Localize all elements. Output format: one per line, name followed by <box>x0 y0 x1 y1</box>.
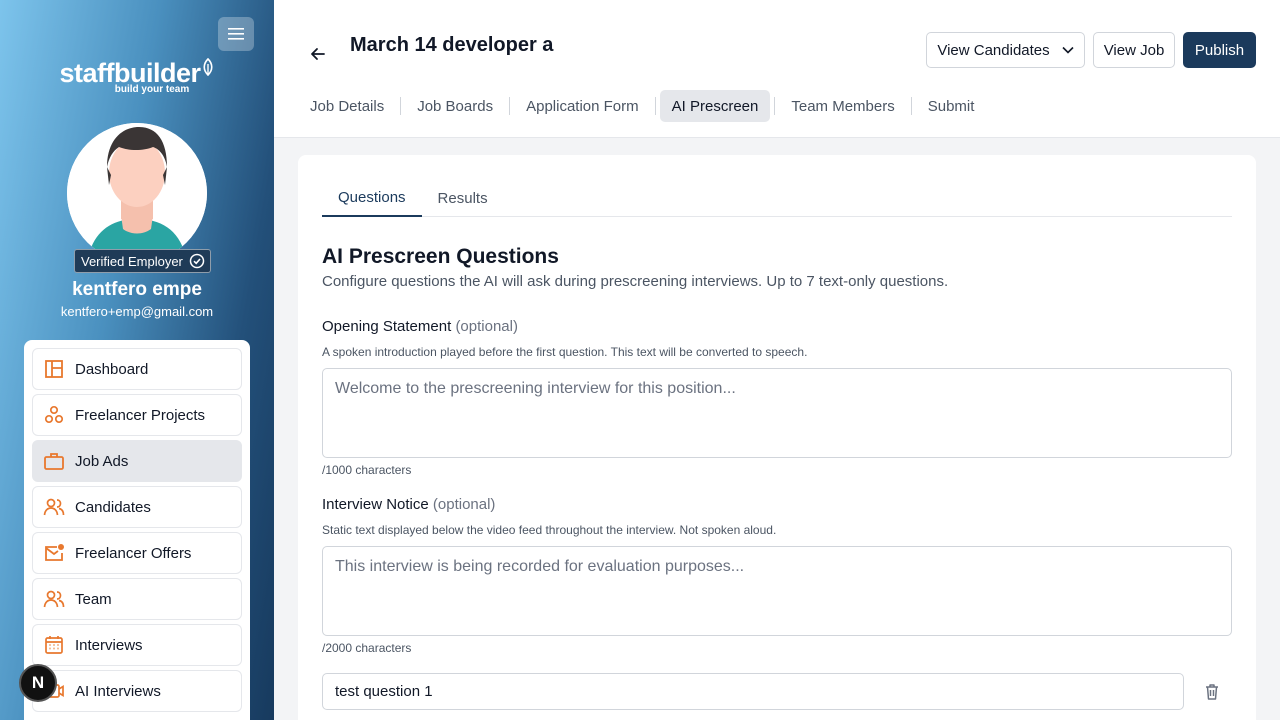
tab-divider <box>509 97 511 115</box>
publish-button[interactable]: Publish <box>1183 32 1256 68</box>
sidebar-item-label: Interviews <box>75 636 143 654</box>
chevron-down-icon <box>1062 46 1074 54</box>
briefcase-icon <box>44 453 64 470</box>
sidebar-item-candidates[interactable]: Candidates <box>32 486 242 528</box>
interview-notice-label: Interview Notice (optional) <box>322 496 495 513</box>
section-description: Configure questions the AI will ask duri… <box>322 273 949 290</box>
logo[interactable]: staffbuilder build your team <box>0 58 274 95</box>
menu-toggle-button[interactable] <box>218 17 254 51</box>
page-title: March 14 developer a <box>350 34 554 56</box>
view-candidates-label: View Candidates <box>937 41 1050 59</box>
interview-notice-help: Static text displayed below the video fe… <box>322 523 777 537</box>
tab-job-details[interactable]: Job Details <box>298 90 396 122</box>
job-tabs: Job Details Job Boards Application Form … <box>298 90 986 122</box>
tab-team-members[interactable]: Team Members <box>779 90 906 122</box>
verified-label: Verified Employer <box>81 253 183 269</box>
tab-divider <box>774 97 776 115</box>
hamburger-icon <box>228 28 244 40</box>
trash-icon[interactable] <box>1202 682 1222 702</box>
user-email: kentfero+emp@gmail.com <box>60 304 214 319</box>
opening-char-count: /1000 characters <box>322 463 412 477</box>
opening-statement-input[interactable] <box>322 368 1232 458</box>
notice-char-count: /2000 characters <box>322 641 412 655</box>
avatar <box>67 123 207 263</box>
sidebar-nav: Dashboard Freelancer Projects Job Ads Ca… <box>24 340 250 720</box>
back-arrow-icon[interactable] <box>308 44 328 64</box>
field-label-text: Opening Statement <box>322 318 452 335</box>
sub-tab-results[interactable]: Results <box>422 179 504 217</box>
optional-tag: (optional) <box>455 318 518 335</box>
users-icon <box>43 498 65 516</box>
sidebar: staffbuilder build your team Verified Em… <box>0 0 274 720</box>
tab-divider <box>910 97 912 115</box>
sidebar-item-interviews[interactable]: Interviews <box>32 624 242 666</box>
team-icon <box>43 590 65 608</box>
sidebar-item-freelancer-offers[interactable]: Freelancer Offers <box>32 532 242 574</box>
prescreen-sub-tabs: Questions Results <box>322 179 1232 217</box>
view-job-button[interactable]: View Job <box>1093 32 1175 68</box>
page-header: March 14 developer a View Candidates Vie… <box>274 0 1280 138</box>
opening-statement-help: A spoken introduction played before the … <box>322 345 808 359</box>
field-label-text: Interview Notice <box>322 496 429 513</box>
section-title: AI Prescreen Questions <box>322 245 559 268</box>
sidebar-item-dashboard[interactable]: Dashboard <box>32 348 242 390</box>
sidebar-item-freelancer-projects[interactable]: Freelancer Projects <box>32 394 242 436</box>
tab-ai-prescreen[interactable]: AI Prescreen <box>659 90 771 122</box>
sidebar-item-label: Freelancer Offers <box>75 544 192 562</box>
tab-divider <box>400 97 402 115</box>
tab-submit[interactable]: Submit <box>916 90 987 122</box>
ai-prescreen-panel: Questions Results AI Prescreen Questions… <box>298 155 1256 720</box>
dev-tools-badge[interactable]: N <box>19 664 57 702</box>
opening-statement-label: Opening Statement (optional) <box>322 318 518 335</box>
interview-notice-input[interactable] <box>322 546 1232 636</box>
check-circle-icon <box>189 253 205 269</box>
tab-divider <box>654 97 656 115</box>
user-name: kentfero empe <box>72 279 202 300</box>
sidebar-item-team[interactable]: Team <box>32 578 242 620</box>
sidebar-item-label: AI Interviews <box>75 682 161 700</box>
dashboard-icon <box>45 360 63 378</box>
view-candidates-dropdown[interactable]: View Candidates <box>926 32 1085 68</box>
sidebar-item-job-ads[interactable]: Job Ads <box>32 440 242 482</box>
sidebar-item-label: Dashboard <box>75 360 149 378</box>
sidebar-item-label: Team <box>75 590 112 608</box>
projects-icon <box>44 405 64 424</box>
person-avatar-icon <box>67 123 207 263</box>
sidebar-item-label: Job Ads <box>75 452 129 470</box>
sidebar-item-label: Freelancer Projects <box>75 406 206 424</box>
optional-tag: (optional) <box>432 496 496 513</box>
sidebar-item-ai-interviews[interactable]: AI Interviews <box>32 670 242 712</box>
sidebar-item-label: Candidates <box>75 498 151 516</box>
tab-application-form[interactable]: Application Form <box>514 90 651 122</box>
sub-tab-questions[interactable]: Questions <box>322 179 422 217</box>
leaf-icon <box>202 58 213 76</box>
verified-employer-badge: Verified Employer <box>74 249 211 273</box>
calendar-icon <box>45 636 63 654</box>
mail-icon <box>45 544 64 561</box>
tab-job-boards[interactable]: Job Boards <box>405 90 505 122</box>
question-input[interactable] <box>322 673 1184 710</box>
